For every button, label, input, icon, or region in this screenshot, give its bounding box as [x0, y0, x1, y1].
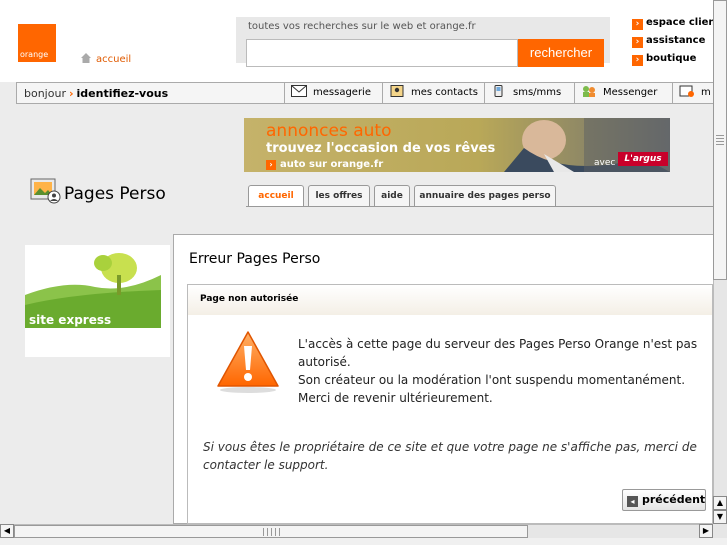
espace-client-link[interactable]: › espace client — [632, 17, 720, 31]
ad-subtitle: trouvez l'occasion de vos rêves — [266, 141, 496, 156]
error-box-title: Page non autorisée — [200, 294, 299, 304]
search-hint: toutes vos recherches sur le web et oran… — [248, 21, 476, 32]
nav-messenger[interactable]: Messenger — [574, 83, 672, 103]
scroll-corner — [713, 524, 727, 538]
argus-logo: L'argus — [618, 152, 668, 166]
nav-more[interactable]: m — [672, 83, 713, 103]
logo-text: orange — [20, 50, 49, 59]
scroll-down-button[interactable]: ▼ — [713, 510, 727, 524]
error-line-2: Son créateur ou la modération l'ont susp… — [298, 373, 686, 387]
search-button[interactable]: rechercher — [518, 39, 604, 67]
nav-sms[interactable]: sms/mms — [484, 83, 574, 103]
error-message: L'accès à cette page du serveur des Page… — [298, 335, 718, 407]
home-link[interactable]: accueil — [96, 54, 131, 65]
contacts-icon — [390, 85, 404, 97]
mail-icon — [291, 85, 307, 97]
tab-les-offres[interactable]: les offres — [308, 185, 370, 207]
scroll-grip-icon — [716, 135, 724, 145]
error-line-3: Merci de revenir ultérieurement. — [298, 391, 493, 405]
scroll-right-button[interactable]: ▶ — [699, 524, 713, 538]
tab-divider — [246, 206, 713, 207]
tab-aide[interactable]: aide — [374, 185, 410, 207]
assistance-link[interactable]: › assistance — [632, 35, 705, 49]
site-express-label: site express — [29, 313, 111, 327]
search-input[interactable] — [246, 39, 518, 67]
chevron-right-icon: › — [68, 87, 74, 100]
back-button[interactable]: ◂ précédent — [622, 489, 706, 511]
arrow-right-icon: › — [632, 37, 643, 48]
pages-perso-icon — [30, 178, 61, 204]
arrow-right-icon: › — [632, 19, 643, 30]
site-express-banner[interactable]: site express — [25, 245, 161, 328]
identify-link[interactable]: identifiez-vous — [77, 87, 169, 100]
sms-icon — [494, 85, 503, 97]
pages-perso-title: Pages Perso — [64, 184, 166, 204]
nav-messagerie[interactable]: messagerie — [284, 83, 382, 103]
scroll-up-button[interactable]: ▲ — [713, 496, 727, 510]
boutique-link[interactable]: › boutique — [632, 53, 696, 67]
messenger-icon — [583, 86, 595, 97]
nav-contacts[interactable]: mes contacts — [382, 83, 484, 103]
arrow-right-icon: › — [266, 160, 276, 170]
home-icon[interactable] — [80, 52, 92, 64]
ad-title: annonces auto — [266, 121, 392, 141]
window-bottom-edge — [0, 538, 727, 545]
tab-accueil[interactable]: accueil — [248, 185, 304, 207]
ad-link[interactable]: › auto sur orange.fr — [266, 159, 383, 170]
tab-annuaire[interactable]: annuaire des pages perso — [414, 185, 556, 207]
arrow-left-icon: ◂ — [627, 496, 638, 507]
owner-message: Si vous êtes le propriétaire de ce site … — [203, 440, 697, 472]
error-title: Erreur Pages Perso — [189, 251, 321, 267]
scroll-grip-icon — [263, 528, 280, 536]
more-icon — [679, 85, 694, 97]
warning-icon — [217, 331, 279, 393]
arrow-right-icon: › — [632, 55, 643, 66]
ad-avec: avec — [594, 158, 616, 168]
scroll-left-button[interactable]: ◀ — [0, 524, 14, 538]
orange-logo[interactable]: orange — [18, 24, 56, 62]
greeting: bonjour › identifiez-vous — [24, 87, 169, 100]
error-line-1: L'accès à cette page du serveur des Page… — [298, 337, 698, 369]
